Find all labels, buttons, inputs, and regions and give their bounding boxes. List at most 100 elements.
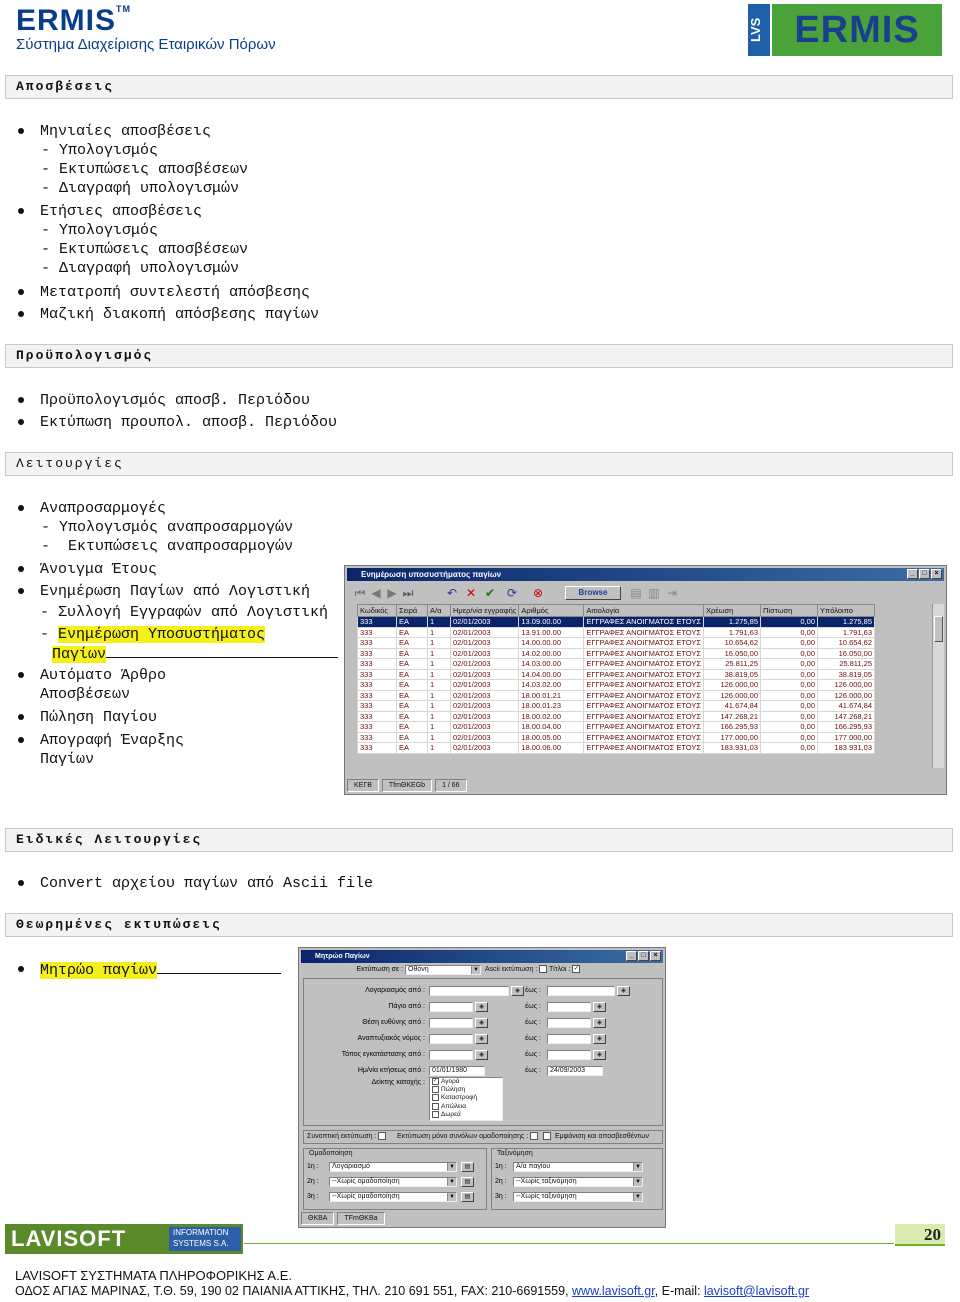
ownership-item[interactable]: Απώλεια <box>432 1102 502 1111</box>
lookup-icon[interactable]: ◈ <box>475 1034 488 1044</box>
filter-from-field[interactable] <box>429 1050 473 1060</box>
filter-from-field[interactable] <box>429 986 509 996</box>
table-row[interactable]: 333 ΕΑ 1 02/01/2003 14.03.02.00 ΕΓΓΡΑΦΕΣ ΑΝΟΙ… <box>357 679 876 691</box>
table-row[interactable]: 333 ΕΑ 1 02/01/2003 14.02.00.00 ΕΓΓΡΑΦΕΣ ΑΝΟΙ… <box>357 647 876 659</box>
close-button[interactable]: × <box>650 951 661 961</box>
group-options-icon[interactable]: ▤ <box>461 1162 474 1172</box>
refresh-icon[interactable]: ⟳ <box>505 586 519 600</box>
summary-checkbox[interactable] <box>378 1132 387 1141</box>
lookup-icon[interactable]: ◈ <box>475 1002 488 1012</box>
filter-to-field[interactable] <box>547 1018 591 1028</box>
column-header[interactable]: Σειρά <box>396 604 428 617</box>
maximize-button[interactable]: □ <box>919 569 930 579</box>
cancel-icon[interactable]: ⊗ <box>531 586 545 600</box>
filter-from-field[interactable] <box>429 1018 473 1028</box>
exit-icon[interactable]: ⇥ <box>665 586 679 600</box>
group-options-icon[interactable]: ▤ <box>461 1177 474 1187</box>
ascii-checkbox[interactable] <box>539 965 548 974</box>
website-link[interactable]: www.lavisoft.gr <box>572 1284 655 1298</box>
table-cell: 333 <box>357 626 397 638</box>
sorting-select[interactable]: --Χωρίς ταξινόμηση ▼ <box>513 1177 643 1187</box>
table-row[interactable]: 333 ΕΑ 1 02/01/2003 14.00.00.00 ΕΓΓΡΑΦΕΣ ΑΝΟΙ… <box>357 637 876 649</box>
ownership-checkbox[interactable]: ✓ <box>432 1078 439 1085</box>
table-row[interactable]: 333 ΕΑ 1 02/01/2003 13.91.00.00 ΕΓΓΡΑΦΕΣ ΑΝΟΙ… <box>357 626 876 638</box>
depreciated-checkbox[interactable] <box>543 1132 551 1141</box>
titles-checkbox[interactable]: ✓ <box>572 965 581 974</box>
ascii-option[interactable]: Ascii εκτύπωση : <box>485 965 549 975</box>
ownership-checkbox[interactable] <box>432 1110 439 1118</box>
lookup-icon[interactable]: ◈ <box>593 1018 606 1028</box>
column-header[interactable]: Χρέωση <box>703 604 762 617</box>
next-record-icon[interactable]: ▶ <box>385 586 399 600</box>
lookup-icon[interactable]: ◈ <box>617 986 630 996</box>
disk-icon[interactable]: ▥ <box>647 586 661 600</box>
status-bar: ΚΕΓΒ TfmΘΚΕGb 1 / 66 <box>347 778 944 792</box>
table-row[interactable]: 333 ΕΑ 1 02/01/2003 18.00.02.00 ΕΓΓΡΑΦΕΣ ΑΝΟΙ… <box>357 710 876 722</box>
group-options-icon[interactable]: ▤ <box>461 1192 474 1202</box>
delete-icon[interactable]: ✕ <box>464 586 478 600</box>
ownership-checkbox[interactable] <box>432 1102 439 1110</box>
filter-to-field[interactable] <box>547 1034 591 1044</box>
first-record-icon[interactable]: ⏮ <box>353 586 367 600</box>
titles-option[interactable]: Τίτλοι : ✓ <box>549 965 582 975</box>
column-header[interactable]: Υπόλοιπο <box>817 604 876 617</box>
vertical-scrollbar[interactable] <box>932 604 944 768</box>
ownership-item[interactable]: Καταστροφή <box>432 1094 502 1102</box>
close-button[interactable]: × <box>931 569 942 579</box>
table-row[interactable]: 333 ΕΑ 1 02/01/2003 18.00.01.23 ΕΓΓΡΑΦΕΣ ΑΝΟΙ… <box>357 700 876 712</box>
column-header[interactable]: Αριθμός <box>518 604 585 617</box>
column-header[interactable]: Πίστωση <box>760 604 819 617</box>
table-row[interactable]: 333 ΕΑ 1 02/01/2003 18.00.04.00 ΕΓΓΡΑΦΕΣ ΑΝΟΙ… <box>357 721 876 733</box>
grouping-select[interactable]: --Χωρίς ομαδοποίηση ▼ <box>329 1192 457 1202</box>
lookup-icon[interactable]: ◈ <box>475 1018 488 1028</box>
filter-to-field[interactable] <box>547 1002 591 1012</box>
table-row[interactable]: 333 ΕΑ 1 02/01/2003 14.03.00.00 ΕΓΓΡΑΦΕΣ ΑΝΟΙ… <box>357 658 876 670</box>
ownership-item[interactable]: Πώληση <box>432 1086 502 1094</box>
column-header[interactable]: Ημερ/νία εγγραφής <box>449 604 520 617</box>
totals-checkbox[interactable] <box>530 1132 539 1141</box>
save-icon[interactable]: ✔ <box>483 586 497 600</box>
table-row[interactable]: 333 ΕΑ 1 02/01/2003 18.00.01.21 ΕΓΓΡΑΦΕΣ ΑΝΟΙ… <box>357 689 876 701</box>
minimize-button[interactable]: _ <box>907 569 918 579</box>
table-row[interactable]: 333 ΕΑ 1 02/01/2003 18.00.05.00 ΕΓΓΡΑΦΕΣ ΑΝΟΙ… <box>357 731 876 743</box>
prev-record-icon[interactable]: ◀ <box>369 586 383 600</box>
table-row[interactable]: 333 ΕΑ 1 02/01/2003 13.09.00.00 ΕΓΓΡΑΦΕΣ ΑΝΟΙ… <box>357 616 876 628</box>
option-summary[interactable]: Συνοπτική εκτύπωση : <box>307 1132 388 1142</box>
email-link[interactable]: lavisoft@lavisoft.gr <box>704 1284 809 1298</box>
sorting-select[interactable]: --Χωρίς ταξινόμηση ▼ <box>513 1192 643 1202</box>
browse-button[interactable]: Browse <box>565 586 621 600</box>
ownership-item[interactable]: ✓ Αγορά <box>432 1078 502 1086</box>
last-record-icon[interactable]: ⏭ <box>401 586 415 600</box>
grouping-select[interactable]: --Χωρίς ομαδοποίηση ▼ <box>329 1177 457 1187</box>
ownership-list[interactable]: ✓ Αγορά Πώληση Καταστροφή Απώλεια Δωρεά <box>429 1077 503 1121</box>
table-cell: 02/01/2003 <box>449 721 520 733</box>
print-icon[interactable]: ▤ <box>629 586 643 600</box>
scroll-thumb[interactable] <box>934 616 943 642</box>
column-header[interactable]: Α/α <box>427 604 451 617</box>
maximize-button[interactable]: □ <box>638 951 649 961</box>
filter-to-field[interactable] <box>547 1050 591 1060</box>
lookup-icon[interactable]: ◈ <box>593 1002 606 1012</box>
ownership-checkbox[interactable] <box>432 1094 439 1102</box>
lookup-icon[interactable]: ◈ <box>593 1050 606 1060</box>
undo-icon[interactable]: ↶ <box>445 586 459 600</box>
lookup-icon[interactable]: ◈ <box>593 1034 606 1044</box>
filter-to-field[interactable]: 24/09/2003 <box>547 1066 603 1076</box>
output-select[interactable]: Οθόνη ▼ <box>405 965 481 975</box>
minimize-button[interactable]: _ <box>626 951 637 961</box>
sorting-select[interactable]: Α/α παγίου ▼ <box>513 1162 643 1172</box>
table-row[interactable]: 333 ΕΑ 1 02/01/2003 14.04.00.00 ΕΓΓΡΑΦΕΣ ΑΝΟΙ… <box>357 668 876 680</box>
ownership-checkbox[interactable] <box>432 1086 439 1094</box>
filter-from-field[interactable] <box>429 1034 473 1044</box>
lookup-icon[interactable]: ◈ <box>475 1050 488 1060</box>
filter-to-field[interactable] <box>547 986 615 996</box>
filter-from-field[interactable] <box>429 1002 473 1012</box>
ownership-item[interactable]: Δωρεά <box>432 1110 502 1119</box>
column-header[interactable]: Κωδικός <box>357 604 397 617</box>
filter-from-field[interactable]: 01/01/1980 <box>429 1066 485 1076</box>
option-totals[interactable]: Εκτύπωση μόνο συνόλων ομαδοποίησης : <box>397 1132 540 1142</box>
table-row[interactable]: 333 ΕΑ 1 02/01/2003 18.00.06.00 ΕΓΓΡΑΦΕΣ ΑΝΟΙ… <box>357 742 876 754</box>
column-header[interactable]: Αιτιολογία <box>583 604 705 617</box>
option-depreciated[interactable]: Εμφάνιση και αποσβεσθέντων <box>543 1132 649 1142</box>
grouping-select[interactable]: Λογαριασμό ▼ <box>329 1162 457 1172</box>
